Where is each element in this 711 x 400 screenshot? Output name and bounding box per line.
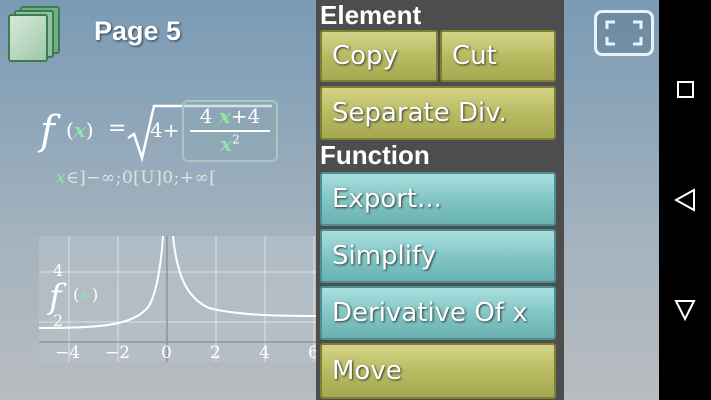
equals-sign: = (108, 116, 127, 141)
home-button[interactable] (659, 290, 711, 330)
page-title: Page 5 (94, 16, 182, 46)
app-screen: Page 5 f (x) = 4+ 4 x+4 x2 x∈]−∞;0[U]0;+… (0, 0, 711, 400)
x-tick-0: 0 (161, 343, 172, 362)
fraction-denominator: x2 (220, 132, 240, 156)
domain-definition: x∈]−∞;0[U]0;+∞[ (56, 168, 217, 188)
export-button[interactable]: Export... (320, 172, 556, 226)
pages-stack-icon[interactable] (8, 6, 60, 62)
fraction-selection[interactable]: 4 x+4 x2 (182, 100, 278, 162)
radical-term: 4+ (150, 118, 180, 142)
home-down-triangle-icon (674, 300, 696, 322)
recents-button[interactable] (659, 70, 711, 110)
fullscreen-icon (605, 20, 643, 46)
function-argument: (x) (66, 118, 94, 142)
graph-canvas: 4 2 −4 −2 0 2 4 6 f ( x ) (38, 235, 326, 363)
fraction-numerator: 4 x+4 (199, 104, 261, 128)
function-letter: f (40, 108, 55, 154)
element-section-header: Element (320, 0, 422, 30)
x-tick-neg4: −4 (55, 343, 80, 362)
graph-label-var: x (80, 285, 89, 304)
separate-div-button[interactable]: Separate Div. (320, 86, 556, 140)
function-formula[interactable]: f (x) = 4+ 4 x+4 x2 (40, 96, 320, 166)
function-graph[interactable]: 4 2 −4 −2 0 2 4 6 f ( x ) (38, 235, 326, 363)
x-tick-2: 2 (210, 343, 221, 362)
function-section-header: Function (320, 140, 430, 170)
recents-square-icon (677, 81, 694, 98)
cut-button[interactable]: Cut (440, 30, 556, 82)
graph-label-close-paren: ) (92, 285, 98, 304)
back-triangle-icon (673, 188, 695, 212)
simplify-button[interactable]: Simplify (320, 229, 556, 283)
system-navigation-bar (659, 0, 711, 400)
back-button[interactable] (659, 180, 711, 220)
context-menu-panel: Element Copy Cut Separate Div. Function … (316, 0, 564, 400)
fullscreen-button[interactable] (594, 10, 654, 56)
move-button[interactable]: Move (320, 343, 556, 399)
graph-label-open-paren: ( (73, 285, 79, 304)
copy-button[interactable]: Copy (320, 30, 438, 82)
derivative-button[interactable]: Derivative Of x (320, 286, 556, 340)
x-tick-neg2: −2 (105, 343, 130, 362)
x-tick-4: 4 (259, 343, 270, 362)
